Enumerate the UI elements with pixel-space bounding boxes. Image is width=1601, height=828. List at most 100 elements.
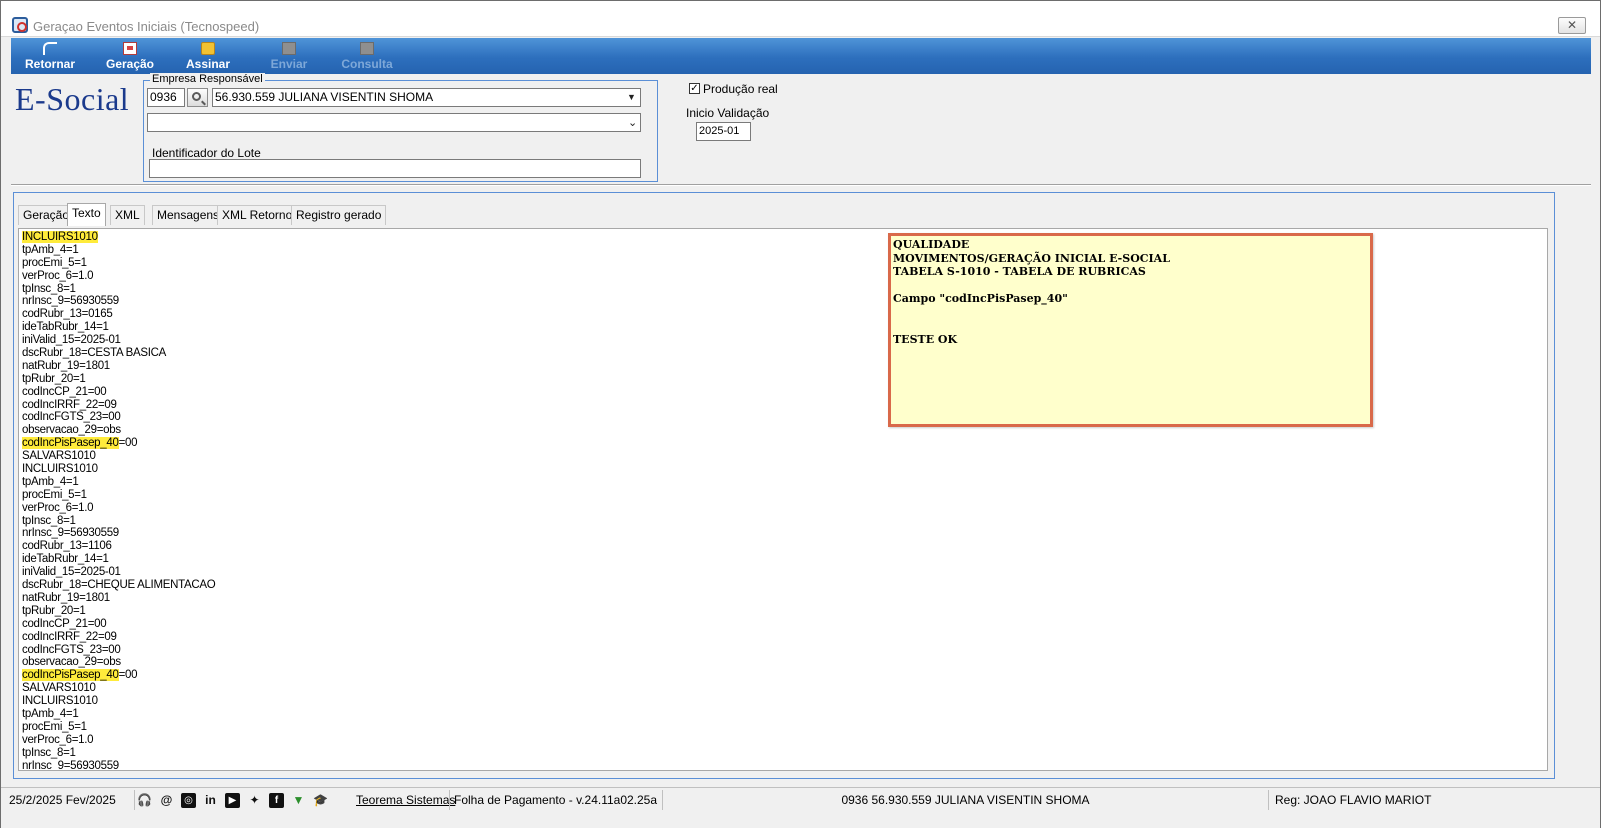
line-remainder: =00 xyxy=(118,669,138,682)
chevron-down-icon-2[interactable]: ⌄ xyxy=(628,116,637,129)
inicio-validacao-input[interactable]: 2025-01 xyxy=(696,122,751,141)
app-icon xyxy=(12,17,28,33)
instagram-icon[interactable]: ◎ xyxy=(181,793,196,808)
highlighted-prefix: codIncPisPasep_40 xyxy=(22,437,119,450)
text-line: observacao_29=obs xyxy=(22,656,121,669)
text-line: iniValid_15=2025-01 xyxy=(22,334,121,347)
esocial-logo: E-Social xyxy=(15,81,130,117)
enviar-button[interactable]: Enviar xyxy=(267,38,311,74)
empresa-code-field[interactable]: 0936 xyxy=(147,88,185,107)
window-bottom-edge xyxy=(1,811,1600,828)
sticky-note: QUALIDADE MOVIMENTOS/GERAÇÃO INICIAL E-SO… xyxy=(888,233,1373,427)
enviar-label: Enviar xyxy=(270,57,308,71)
inicio-validacao-label: Inicio Validação xyxy=(686,106,770,120)
close-button[interactable]: ✕ xyxy=(1558,17,1586,34)
title-bar: Geraçao Eventos Iniciais (Tecnospeed) ✕ xyxy=(1,1,1600,37)
note-line: TABELA S-1010 - TABELA DE RUBRICAS xyxy=(893,265,1146,279)
text-line: natRubr_19=1801 xyxy=(22,359,110,372)
twitter-icon[interactable]: ✦ xyxy=(247,793,262,808)
tab-xml[interactable]: XML xyxy=(110,205,145,225)
text-line: codRubr_13=1106 xyxy=(22,540,112,553)
text-line: SALVARS1010 xyxy=(22,682,96,695)
tab-texto[interactable]: Texto xyxy=(67,203,106,226)
tab-geracao[interactable]: Geração xyxy=(18,205,75,225)
text-line: codIncFGTS_23=00 xyxy=(22,643,121,656)
text-line: verProc_6=1.0 xyxy=(22,733,94,746)
text-line: dscRubr_18=CESTA BASICA xyxy=(22,347,167,360)
geracao-button[interactable]: Geração xyxy=(103,38,157,74)
status-company: 0936 56.930.559 JULIANA VISENTIN SHOMA xyxy=(663,790,1269,810)
note-line xyxy=(893,306,1368,320)
text-line: tpInsc_8=1 xyxy=(22,746,76,759)
status-date: 25/2/2025 Fev/2025 xyxy=(5,790,135,810)
note-line xyxy=(893,320,1368,334)
text-line: procEmi_5=1 xyxy=(22,720,87,733)
empresa-name: 56.930.559 JULIANA VISENTIN SHOMA xyxy=(215,90,434,104)
graduation-cap-icon[interactable]: 🎓 xyxy=(313,793,328,808)
text-line: SALVARS1010 xyxy=(22,450,96,463)
tab-mensagens[interactable]: Mensagens xyxy=(152,205,225,225)
text-line: tpRubr_20=1 xyxy=(22,604,86,617)
lote-input[interactable] xyxy=(149,159,641,178)
text-line: codIncIRRF_22=09 xyxy=(22,398,117,411)
linkedin-icon[interactable]: in xyxy=(203,793,218,808)
text-line: tpAmb_4=1 xyxy=(22,243,79,256)
text-line: tpAmb_4=1 xyxy=(22,707,79,720)
teorema-sistemas-link[interactable]: Teorema Sistemas xyxy=(356,790,455,810)
send-icon xyxy=(282,42,296,55)
text-line: codIncCP_21=00 xyxy=(22,385,107,398)
geracao-label: Geração xyxy=(105,57,155,71)
text-line: ideTabRubr_14=1 xyxy=(22,321,109,334)
note-line xyxy=(893,279,1368,293)
status-version: Folha de Pagamento - v.24.11a02.25a xyxy=(449,790,663,810)
text-line: codRubr_13=0165 xyxy=(22,308,113,321)
assinar-xml-button[interactable]: Assinar XML xyxy=(173,38,243,85)
text-line: codIncPisPasep_40=00 xyxy=(22,437,215,450)
sign-xml-icon xyxy=(201,42,215,55)
text-line: codIncFGTS_23=00 xyxy=(22,411,121,424)
facebook-icon[interactable]: f xyxy=(269,793,284,808)
search-empresa-button[interactable] xyxy=(187,88,208,107)
tab-registro-gerado[interactable]: Registro gerado xyxy=(291,205,387,225)
producao-label: Produção real xyxy=(703,82,778,96)
text-line: tpInsc_8=1 xyxy=(22,514,76,527)
text-line: tpInsc_8=1 xyxy=(22,282,76,295)
teorema-logo-icon[interactable]: ▼ xyxy=(291,793,306,808)
text-line: verProc_6=1.0 xyxy=(22,501,94,514)
text-line: tpAmb_4=1 xyxy=(22,475,79,488)
text-line: codIncPisPasep_40=00 xyxy=(22,669,215,682)
text-line: observacao_29=obs xyxy=(22,424,121,437)
consulta-button[interactable]: Consulta xyxy=(339,38,395,74)
secondary-select[interactable] xyxy=(147,113,641,132)
lote-label: Identificador do Lote xyxy=(152,146,261,160)
toolbar: Retornar Geração Assinar XML Enviar Cons… xyxy=(11,38,1591,85)
text-line: dscRubr_18=CHEQUE ALIMENTACAO xyxy=(22,579,216,592)
at-icon[interactable]: @ xyxy=(159,793,174,808)
text-line: ideTabRubr_14=1 xyxy=(22,553,109,566)
text-line: verProc_6=1.0 xyxy=(22,269,94,282)
youtube-icon[interactable]: ▶ xyxy=(225,793,240,808)
text-line: procEmi_5=1 xyxy=(22,488,87,501)
empresa-select[interactable]: 56.930.559 JULIANA VISENTIN SHOMA xyxy=(212,88,641,107)
social-icons: 🎧 @ ◎ in ▶ ✦ f ▼ 🎓 xyxy=(137,793,335,809)
note-line: Campo "codIncPisPasep_40" xyxy=(893,292,1068,306)
chevron-down-icon[interactable]: ▼ xyxy=(627,92,636,102)
text-line: nrInsc_9=56930559 xyxy=(22,295,119,308)
status-user: Reg: JOAO FLAVIO MARIOT xyxy=(1275,793,1432,807)
producao-checkbox[interactable]: ✓ xyxy=(689,83,700,94)
main-window: Geraçao Eventos Iniciais (Tecnospeed) ✕ … xyxy=(0,0,1601,828)
retornar-button[interactable]: Retornar xyxy=(21,38,79,74)
status-bar: 25/2/2025 Fev/2025 🎧 @ ◎ in ▶ ✦ f ▼ 🎓 Teorema Si… xyxy=(1,787,1600,811)
text-line: tpRubr_20=1 xyxy=(22,372,86,385)
highlighted-prefix: codIncPisPasep_40 xyxy=(22,669,119,682)
text-line: nrInsc_9=56930559 xyxy=(22,527,119,540)
consulta-label: Consulta xyxy=(341,57,393,71)
query-icon xyxy=(360,42,374,55)
text-line: INCLUIRS1010 xyxy=(22,695,98,708)
text-line: INCLUIRS1010 xyxy=(22,231,215,244)
text-line: INCLUIRS1010 xyxy=(22,463,98,476)
headset-icon[interactable]: 🎧 xyxy=(137,793,152,808)
search-icon xyxy=(192,92,201,101)
note-line: MOVIMENTOS/GERAÇÃO INICIAL E-SOCIAL xyxy=(893,251,1170,265)
tab-xml-retorno[interactable]: XML Retorno xyxy=(217,205,298,225)
